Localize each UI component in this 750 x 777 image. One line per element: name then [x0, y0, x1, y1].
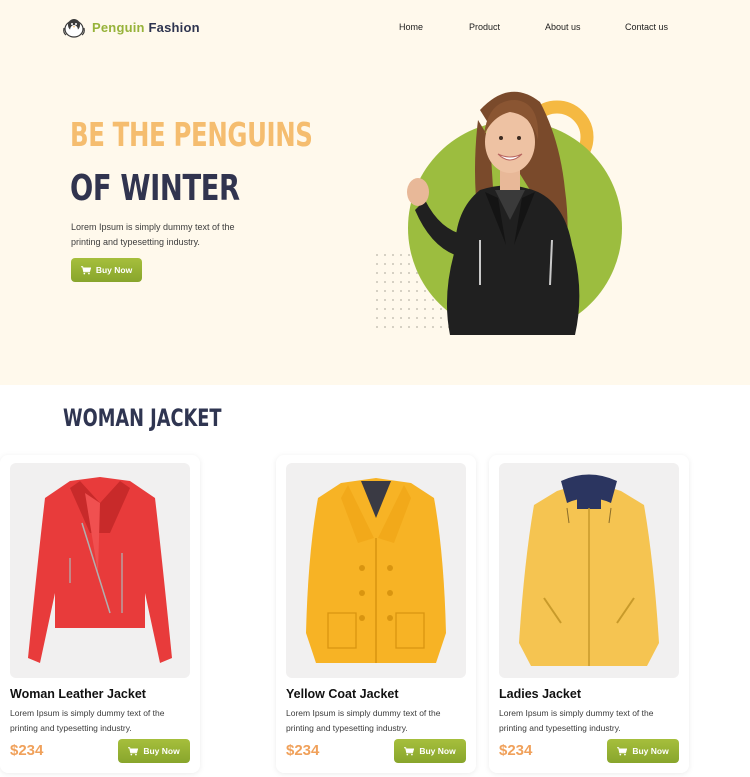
nav-product[interactable]: Product — [469, 22, 500, 32]
hero-title-line1: BE THE PENGUINS — [70, 115, 313, 154]
product-image — [499, 463, 679, 678]
product-price: $234 — [10, 742, 44, 759]
nav-about-us[interactable]: About us — [545, 22, 581, 32]
hero-description: Lorem Ipsum is simply dummy text of the … — [71, 222, 235, 247]
hero-buy-now-label: Buy Now — [95, 265, 133, 275]
product-name: Ladies Jacket — [499, 687, 581, 701]
cart-icon — [128, 746, 139, 755]
product-description: Lorem Ipsum is simply dummy text of the … — [286, 708, 441, 733]
buy-now-button[interactable]: Buy Now — [118, 739, 190, 763]
yellow-coat-image — [306, 478, 446, 663]
nav-contact-us[interactable]: Contact us — [625, 22, 668, 32]
red-leather-jacket-image — [28, 477, 172, 663]
hero-title-line2: OF WINTER — [70, 168, 240, 209]
hero-buy-now-button[interactable]: Buy Now — [71, 258, 142, 282]
product-description: Lorem Ipsum is simply dummy text of the … — [10, 708, 165, 733]
product-image — [10, 463, 190, 678]
buy-now-button[interactable]: Buy Now — [607, 739, 679, 763]
product-card: Ladies Jacket Lorem Ipsum is simply dumm… — [489, 455, 689, 773]
product-name: Yellow Coat Jacket — [286, 687, 399, 701]
main-nav: Home Product About us Contact us — [0, 22, 750, 36]
product-price: $234 — [499, 742, 533, 759]
hero-section: Penguin Fashion Home Product About us Co… — [0, 0, 750, 385]
hero-model-image — [376, 91, 622, 335]
cart-icon — [617, 746, 628, 755]
product-card: Yellow Coat Jacket Lorem Ipsum is simply… — [276, 455, 476, 773]
product-description: Lorem Ipsum is simply dummy text of the … — [499, 708, 654, 733]
buy-now-label: Buy Now — [632, 746, 669, 756]
product-card: Woman Leather Jacket Lorem Ipsum is simp… — [0, 455, 200, 773]
product-price: $234 — [286, 742, 320, 759]
product-image — [286, 463, 466, 678]
buy-now-button[interactable]: Buy Now — [394, 739, 466, 763]
cart-icon — [404, 746, 415, 755]
products-section-title: WOMAN JACKET — [63, 404, 222, 432]
cart-icon — [80, 265, 91, 274]
buy-now-label: Buy Now — [143, 746, 180, 756]
yellow-hooded-jacket-image — [519, 474, 659, 666]
buy-now-label: Buy Now — [419, 746, 456, 756]
nav-home[interactable]: Home — [399, 22, 423, 32]
product-name: Woman Leather Jacket — [10, 687, 146, 701]
